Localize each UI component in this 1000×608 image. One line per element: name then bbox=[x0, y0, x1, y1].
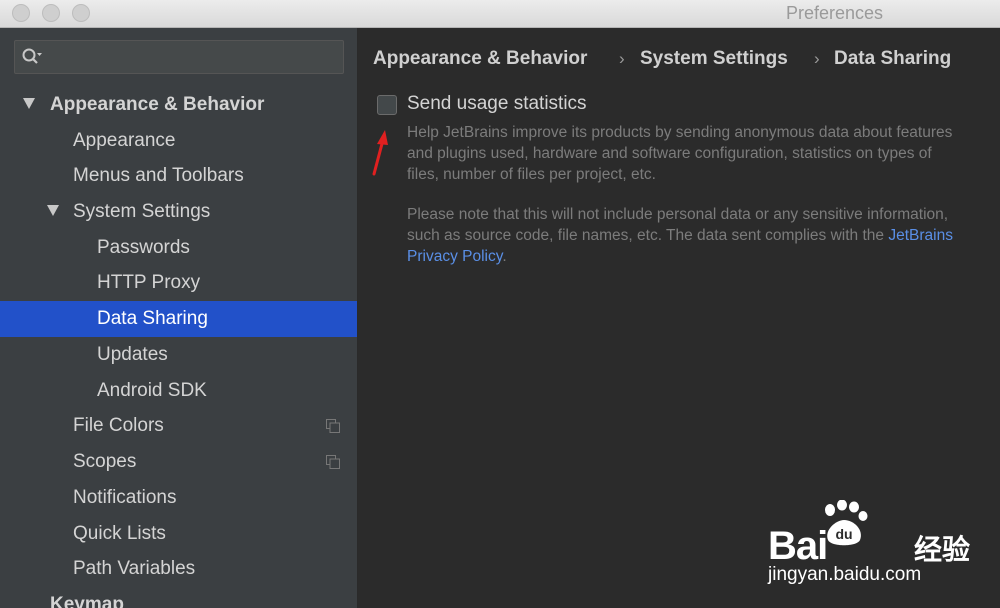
sidebar-item-data-sharing[interactable]: Data Sharing bbox=[0, 301, 357, 337]
sidebar-item-label: Menus and Toolbars bbox=[73, 165, 244, 186]
sidebar-item-file-colors[interactable]: File Colors bbox=[0, 408, 357, 444]
sidebar-item-label: System Settings bbox=[73, 201, 211, 222]
sidebar-item-label: Quick Lists bbox=[73, 523, 166, 544]
expand-arrow-icon[interactable] bbox=[23, 98, 35, 109]
send-usage-statistics-label[interactable]: Send usage statistics bbox=[407, 93, 587, 115]
breadcrumb-item: System Settings bbox=[640, 48, 788, 69]
sidebar-item-label: Updates bbox=[97, 344, 168, 365]
sidebar-item-appearance[interactable]: Appearance bbox=[0, 123, 357, 159]
sidebar-item-label: Android SDK bbox=[97, 380, 207, 401]
sidebar-item-label: Scopes bbox=[73, 451, 137, 472]
sidebar-item-notifications[interactable]: Notifications bbox=[0, 480, 357, 516]
sidebar-item-label: Appearance & Behavior bbox=[50, 94, 265, 115]
breadcrumb-item: Appearance & Behavior bbox=[373, 48, 588, 69]
sidebar-item-quick-lists[interactable]: Quick Lists bbox=[0, 516, 357, 552]
breadcrumb-separator: › bbox=[814, 49, 820, 68]
sidebar-item-scopes[interactable]: Scopes bbox=[0, 444, 357, 480]
sidebar-item-system-settings[interactable]: System Settings bbox=[0, 194, 357, 230]
help-paragraph: Please note that this will not include p… bbox=[407, 204, 967, 267]
zoom-window-button[interactable] bbox=[72, 4, 90, 22]
sidebar-item-passwords[interactable]: Passwords bbox=[0, 230, 357, 266]
watermark-suffix: 经验 bbox=[914, 534, 971, 565]
privacy-note-text: Please note that this will not include p… bbox=[407, 206, 949, 244]
paw-text: du bbox=[835, 526, 852, 542]
sidebar-item-label: Keymap bbox=[50, 594, 124, 608]
privacy-note: Please note that this will not include p… bbox=[407, 204, 967, 267]
window-title: Preferences bbox=[786, 3, 884, 23]
send-usage-statistics-checkbox[interactable] bbox=[377, 95, 397, 115]
baidu-paw-logo-icon: du bbox=[825, 500, 868, 546]
expand-arrow-icon[interactable] bbox=[47, 205, 59, 216]
sidebar-item-appearance-behavior[interactable]: Appearance & Behavior bbox=[0, 87, 357, 123]
sidebar-item-label: Data Sharing bbox=[97, 308, 208, 329]
sidebar-item-label: Passwords bbox=[97, 237, 190, 258]
search-input[interactable] bbox=[51, 45, 339, 71]
sidebar-item-label: Appearance bbox=[73, 130, 176, 151]
sidebar-item-android-sdk[interactable]: Android SDK bbox=[0, 373, 357, 409]
search-icon bbox=[21, 47, 43, 67]
settings-sidebar: Appearance & Behavior Appearance Menus a… bbox=[0, 28, 357, 608]
close-window-button[interactable] bbox=[12, 4, 30, 22]
sidebar-item-label: Path Variables bbox=[73, 558, 196, 579]
help-text: Help JetBrains improve its products by s… bbox=[407, 122, 967, 185]
sidebar-item-updates[interactable]: Updates bbox=[0, 337, 357, 373]
copy-icon bbox=[326, 455, 340, 469]
search-box[interactable] bbox=[14, 40, 344, 74]
minimize-window-button[interactable] bbox=[42, 4, 60, 22]
title-bar: Preferences bbox=[0, 0, 1000, 28]
breadcrumb-item: Data Sharing bbox=[834, 48, 952, 69]
breadcrumb-separator: › bbox=[619, 49, 625, 68]
sidebar-item-label: File Colors bbox=[73, 415, 164, 436]
sidebar-item-label: HTTP Proxy bbox=[97, 272, 201, 293]
baidu-jingyan-watermark: Bai du 经验 jingyan.baidu.com bbox=[768, 500, 988, 600]
copy-icon bbox=[326, 419, 340, 433]
sidebar-item-menus-toolbars[interactable]: Menus and Toolbars bbox=[0, 158, 357, 194]
watermark-url: jingyan.baidu.com bbox=[768, 564, 922, 585]
sidebar-item-keymap[interactable]: Keymap bbox=[0, 587, 357, 608]
sidebar-item-label: Notifications bbox=[73, 487, 177, 508]
sidebar-item-http-proxy[interactable]: HTTP Proxy bbox=[0, 265, 357, 301]
sidebar-item-path-variables[interactable]: Path Variables bbox=[0, 551, 357, 587]
help-paragraph: Help JetBrains improve its products by s… bbox=[407, 124, 953, 183]
annotation-arrow-icon bbox=[372, 130, 388, 176]
privacy-note-end: . bbox=[502, 248, 507, 265]
